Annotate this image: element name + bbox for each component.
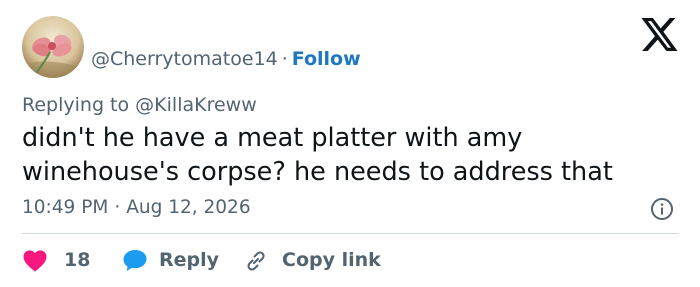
tweet-time: 10:49 PM: [22, 197, 109, 218]
link-icon: [247, 251, 265, 271]
author-handle[interactable]: @Cherrytomatoe14: [91, 48, 278, 70]
flower-avatar-image: [22, 16, 84, 78]
copy-link-label: Copy link: [282, 249, 381, 271]
x-logo-icon[interactable]: [641, 18, 678, 51]
tweet-date: Aug 12, 2026: [126, 197, 251, 218]
timestamp-separator: ·: [114, 197, 121, 218]
info-icon[interactable]: [650, 197, 674, 221]
avatar[interactable]: [22, 16, 84, 78]
tweet-text: didn't he have a meat platter with amy w…: [22, 121, 682, 189]
replying-to-handle[interactable]: @KillaKreww: [135, 94, 257, 116]
follow-button[interactable]: Follow: [292, 48, 361, 70]
handle-separator: ·: [281, 48, 288, 70]
replying-to-line: Replying to @KillaKreww: [22, 93, 257, 117]
author-row: @Cherrytomatoe14 · Follow: [91, 47, 361, 71]
heart-icon: [23, 250, 47, 272]
timestamp-row[interactable]: 10:49 PM · Aug 12, 2026: [22, 196, 251, 220]
tweet-text-line: didn't he have a meat platter with amy: [22, 123, 523, 153]
like-count: 18: [64, 249, 91, 271]
replying-prefix: Replying to: [22, 94, 130, 116]
speech-bubble-icon: [123, 250, 147, 271]
reply-label: Reply: [159, 249, 220, 271]
divider: [22, 233, 679, 234]
tweet-text-line: winehouse's corpse? he needs to address …: [22, 157, 613, 187]
tweet-card: @Cherrytomatoe14 · Follow Replying to @Kil…: [0, 0, 700, 287]
